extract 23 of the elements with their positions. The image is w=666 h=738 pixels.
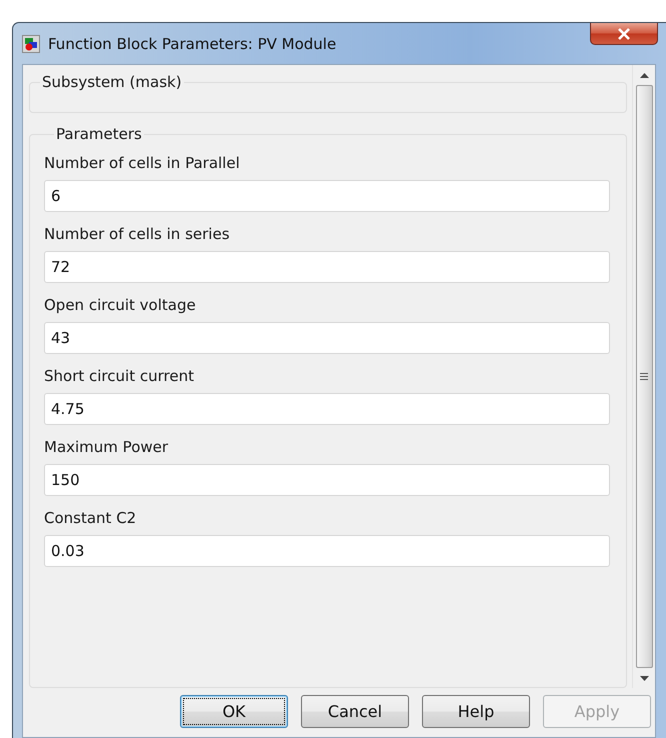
scrollbar[interactable]: [632, 65, 655, 688]
field-label: Number of cells in Parallel: [44, 153, 240, 173]
input-field[interactable]: 72: [44, 251, 610, 283]
close-icon: [617, 28, 631, 40]
block-icon: [22, 34, 40, 52]
input-field[interactable]: 6: [44, 180, 610, 212]
field-label: Maximum Power: [44, 437, 168, 457]
input-field[interactable]: 43: [44, 322, 610, 354]
window-title: Function Block Parameters: PV Module: [48, 34, 336, 52]
field-label: Short circuit current: [44, 366, 194, 386]
group-title: Subsystem (mask): [41, 73, 183, 91]
input-field[interactable]: 4.75: [44, 393, 610, 425]
field-label: Open circuit voltage: [44, 295, 196, 315]
scroll-thumb[interactable]: [636, 85, 652, 668]
field-label: Constant C2: [44, 508, 136, 528]
input-field[interactable]: 0.03: [44, 535, 610, 567]
field-label: Number of cells in series: [44, 224, 230, 244]
group-title: Parameters: [55, 125, 143, 143]
input-field[interactable]: 150: [44, 464, 610, 496]
dialog-button[interactable]: Help: [422, 695, 530, 728]
dialog-button[interactable]: Cancel: [301, 695, 409, 728]
close-button[interactable]: [590, 23, 658, 45]
dialog-button[interactable]: OK: [180, 695, 288, 728]
